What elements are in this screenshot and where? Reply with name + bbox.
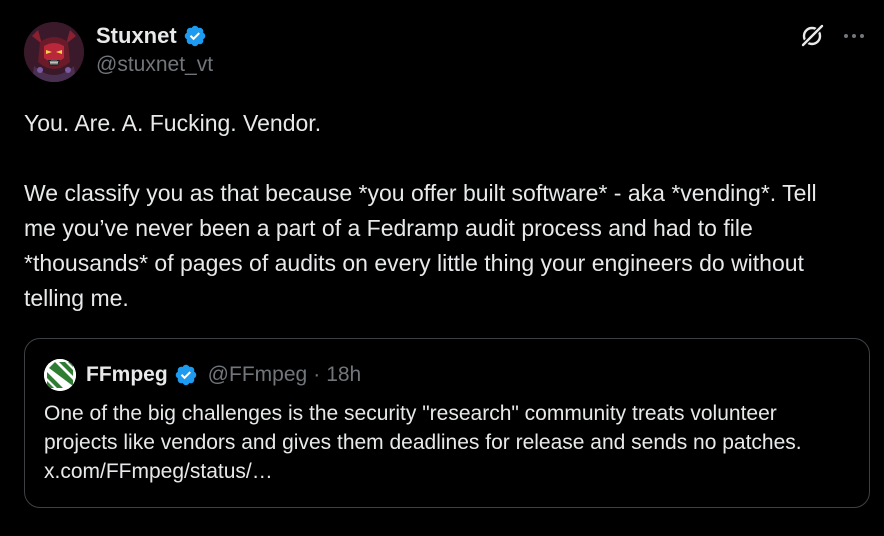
author-display-name[interactable]: Stuxnet [96,23,177,49]
quoted-tweet-link[interactable]: x.com/FFmpeg/status/… [44,460,273,483]
quoted-tweet-card[interactable]: FFmpeg @FFmpeg · 18h One of the big chal… [24,338,870,508]
author-avatar[interactable] [24,22,84,82]
author-handle[interactable]: @stuxnet_vt [96,53,213,77]
tweet-text-line-1: You. Are. A. Fucking. Vendor. [24,110,322,136]
verified-badge-icon[interactable] [183,24,207,48]
author-header: Stuxnet @stuxnet_vt [96,22,213,77]
quoted-separator: · [313,363,321,386]
top-actions [798,22,866,50]
quoted-timestamp[interactable]: 18h [326,363,361,387]
tweet-container: Stuxnet @stuxnet_vt You. Are. A. Fucking… [0,0,884,536]
quoted-tweet-text: One of the big challenges is the securit… [44,399,844,486]
grok-icon[interactable] [798,22,826,50]
quoted-tweet-body: One of the big challenges is the securit… [44,402,802,454]
quoted-tweet-header: FFmpeg @FFmpeg · 18h [44,359,361,391]
ffmpeg-logo-icon [44,359,76,391]
grok-slash-icon [801,24,824,47]
quoted-verified-badge-icon [175,364,196,386]
tweet-text: You. Are. A. Fucking. Vendor. We classif… [24,106,854,316]
tweet-text-line-2: We classify you as that because *you off… [24,180,817,311]
quoted-display-name[interactable]: FFmpeg [86,363,168,387]
ffmpeg-avatar[interactable] [44,359,76,391]
quoted-handle[interactable]: @FFmpeg [208,363,308,387]
ellipsis-icon [844,34,864,38]
display-name-row: Stuxnet [96,22,213,50]
more-options-icon[interactable] [842,22,866,50]
demon-mech-avatar-icon [24,22,84,82]
